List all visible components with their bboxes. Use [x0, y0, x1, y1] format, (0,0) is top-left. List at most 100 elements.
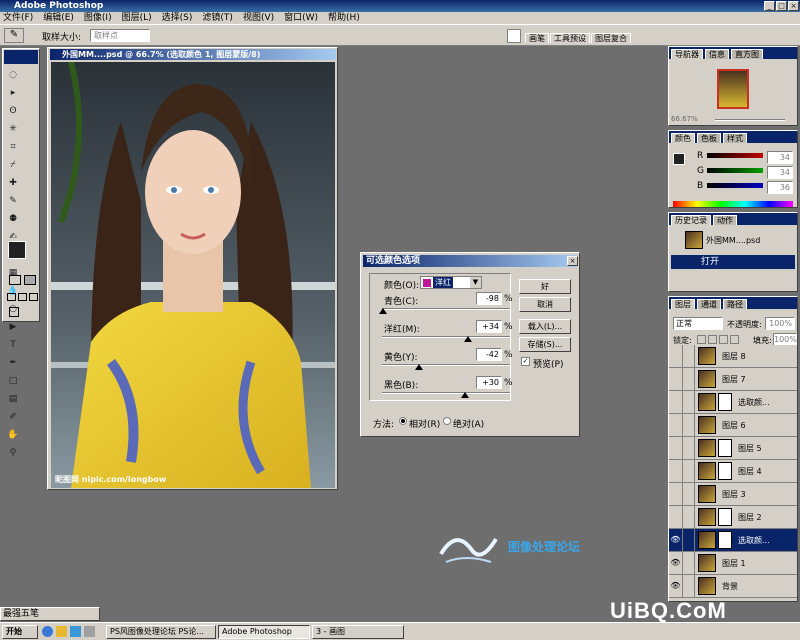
- layer-link-cell[interactable]: [683, 414, 695, 436]
- menu-item[interactable]: 文件(F): [3, 12, 33, 24]
- method-relative-radio[interactable]: [399, 417, 407, 425]
- healing-brush-tool-icon[interactable]: ✚: [6, 176, 20, 190]
- taskbar-item[interactable]: Adobe Photoshop: [218, 625, 310, 639]
- palette-well-tab[interactable]: 画笔: [525, 33, 549, 43]
- layer-row[interactable]: 图层 8: [669, 345, 797, 368]
- history-snapshot[interactable]: 外国MM....psd: [671, 227, 795, 253]
- opacity-field[interactable]: 100%: [765, 317, 795, 330]
- panel-tab[interactable]: 样式: [723, 133, 747, 143]
- layer-row[interactable]: 图层 5: [669, 437, 797, 460]
- slider-value-field[interactable]: +34: [476, 320, 502, 333]
- layer-mask-thumbnail[interactable]: [718, 439, 732, 457]
- save-button[interactable]: 存储(S)...: [519, 337, 571, 352]
- start-button[interactable]: 开始: [2, 625, 38, 639]
- document-title[interactable]: 外国MM....psd @ 66.7% (选取颜色 1, 图层蒙版/8): [50, 49, 336, 60]
- quick-mask-icon[interactable]: [24, 275, 36, 285]
- channel-value-field[interactable]: 34: [767, 151, 793, 164]
- eye-icon[interactable]: [669, 506, 683, 528]
- eye-icon[interactable]: [669, 460, 683, 482]
- layer-row[interactable]: 选取颜...: [669, 391, 797, 414]
- fg-color-swatch[interactable]: [673, 153, 685, 165]
- panel-tab[interactable]: 信息: [705, 49, 729, 59]
- layer-link-cell[interactable]: [683, 552, 695, 574]
- standard-mode-icon[interactable]: [9, 275, 21, 285]
- foreground-color-swatch[interactable]: [8, 241, 26, 259]
- ok-button[interactable]: 好: [519, 279, 571, 294]
- panel-tab[interactable]: 直方图: [731, 49, 763, 59]
- crop-tool-icon[interactable]: ⌗: [6, 140, 20, 154]
- lock-pixels-icon[interactable]: [708, 335, 717, 344]
- channel-slider[interactable]: [707, 153, 763, 158]
- slider-value-field[interactable]: +30: [476, 376, 502, 389]
- lock-transparency-icon[interactable]: [697, 335, 706, 344]
- slider-track[interactable]: [382, 308, 510, 310]
- lasso-tool-icon[interactable]: ʘ: [6, 104, 20, 118]
- type-tool-icon[interactable]: T: [6, 338, 20, 352]
- slider-value-field[interactable]: -42: [476, 348, 502, 361]
- brush-tool-icon[interactable]: ✎: [6, 194, 20, 208]
- chevron-down-icon[interactable]: ▼: [470, 277, 481, 288]
- path-selection-tool-icon[interactable]: ▶: [6, 320, 20, 334]
- slider-thumb[interactable]: [463, 336, 472, 342]
- palette-well-tab[interactable]: 图层复合: [591, 33, 631, 43]
- menu-item[interactable]: 图层(L): [122, 12, 152, 24]
- notes-tool-icon[interactable]: ▤: [6, 392, 20, 406]
- media-icon[interactable]: [70, 626, 81, 637]
- menu-item[interactable]: 选择(S): [162, 12, 193, 24]
- layer-mask-thumbnail[interactable]: [718, 531, 732, 549]
- screen-mode-icon[interactable]: [18, 293, 27, 301]
- layer-row[interactable]: 👁 图层 1: [669, 552, 797, 575]
- browser-icon[interactable]: [42, 626, 53, 637]
- layer-link-cell[interactable]: [683, 345, 695, 367]
- menu-item[interactable]: 图像(I): [84, 12, 112, 24]
- panel-tab[interactable]: 路径: [723, 299, 747, 309]
- layer-link-cell[interactable]: [683, 575, 695, 597]
- history-item[interactable]: 打开: [671, 255, 795, 269]
- magic-wand-tool-icon[interactable]: ✳: [6, 122, 20, 136]
- layer-mask-thumbnail[interactable]: [718, 393, 732, 411]
- channel-value-field[interactable]: 36: [767, 181, 793, 194]
- eye-icon[interactable]: [669, 391, 683, 413]
- eye-icon[interactable]: 👁: [669, 575, 683, 597]
- eye-icon[interactable]: 👁: [669, 529, 683, 551]
- sample-size-select[interactable]: 取样点: [90, 29, 150, 42]
- colors-select[interactable]: 洋红 ▼: [420, 276, 482, 289]
- layer-row[interactable]: 图层 2: [669, 506, 797, 529]
- channel-slider[interactable]: [707, 168, 763, 173]
- navigator-proxy-view[interactable]: [717, 69, 749, 109]
- slice-tool-icon[interactable]: ⌿: [6, 158, 20, 172]
- close-button[interactable]: ×: [788, 1, 799, 11]
- taskbar-item[interactable]: 3 - 画图: [312, 625, 404, 639]
- blend-mode-select[interactable]: 正常: [673, 317, 723, 330]
- dialog-close-button[interactable]: ×: [567, 256, 578, 266]
- clone-stamp-tool-icon[interactable]: ⚉: [6, 212, 20, 226]
- channel-slider[interactable]: [707, 183, 763, 188]
- menu-item[interactable]: 帮助(H): [328, 12, 360, 24]
- menu-item[interactable]: 滤镜(T): [202, 12, 233, 24]
- channel-value-field[interactable]: 34: [767, 166, 793, 179]
- layer-row[interactable]: 图层 7: [669, 368, 797, 391]
- eye-icon[interactable]: [669, 437, 683, 459]
- layer-mask-thumbnail[interactable]: [718, 508, 732, 526]
- eyedropper-tool-icon[interactable]: ✐: [6, 410, 20, 424]
- menu-item[interactable]: 视图(V): [243, 12, 274, 24]
- layer-row[interactable]: 图层 3: [669, 483, 797, 506]
- layer-link-cell[interactable]: [683, 460, 695, 482]
- eye-icon[interactable]: [669, 368, 683, 390]
- minimize-button[interactable]: _: [764, 1, 775, 11]
- marquee-tool-icon[interactable]: ◌: [6, 68, 20, 82]
- layer-link-cell[interactable]: [683, 506, 695, 528]
- layer-link-cell[interactable]: [683, 368, 695, 390]
- layer-link-cell[interactable]: [683, 529, 695, 551]
- layer-mask-thumbnail[interactable]: [718, 462, 732, 480]
- panel-tab[interactable]: 颜色: [671, 133, 695, 143]
- slider-thumb[interactable]: [461, 392, 470, 398]
- palette-well-tab[interactable]: 工具预设: [550, 33, 590, 43]
- eye-icon[interactable]: [669, 483, 683, 505]
- move-tool-icon[interactable]: ▸: [6, 86, 20, 100]
- lock-position-icon[interactable]: [719, 335, 728, 344]
- panel-tab[interactable]: 通道: [697, 299, 721, 309]
- eye-icon[interactable]: [669, 414, 683, 436]
- eye-icon[interactable]: 👁: [669, 552, 683, 574]
- panel-tab[interactable]: 色板: [697, 133, 721, 143]
